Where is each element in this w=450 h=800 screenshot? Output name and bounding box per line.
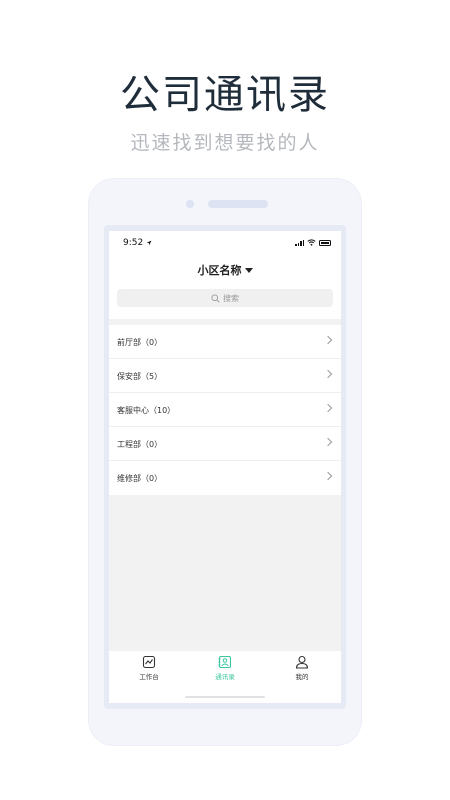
battery-icon xyxy=(319,239,331,246)
department-label: 保安部（5） xyxy=(117,372,163,381)
location-arrow-icon xyxy=(146,240,152,245)
search-section: 搜索 xyxy=(109,283,341,319)
chevron-right-icon xyxy=(323,437,333,447)
status-bar: 9:52 xyxy=(109,231,341,253)
tab-contacts[interactable]: 通讯录 xyxy=(195,655,255,681)
department-label: 工程部（0） xyxy=(117,440,163,449)
app-screen: 9:52 小区名称 搜索 前厅部（0） 保安部（5） 客服中心（10） 工程部（… xyxy=(109,231,341,703)
list-item[interactable]: 客服中心（10） xyxy=(109,393,341,427)
department-label: 前厅部（0） xyxy=(117,338,163,347)
community-title: 小区名称 xyxy=(197,264,242,277)
list-item[interactable]: 保安部（5） xyxy=(109,359,341,393)
chevron-right-icon xyxy=(323,369,333,379)
home-indicator xyxy=(185,696,265,698)
promo-title: 公司通讯录 xyxy=(120,72,330,118)
promo-subtitle: 迅速找到想要找的人 xyxy=(130,132,320,154)
chevron-right-icon xyxy=(323,335,333,345)
phone-camera xyxy=(186,200,194,208)
status-time: 9:52 xyxy=(123,238,152,248)
caret-down-icon xyxy=(244,267,253,273)
screen-bezel: 9:52 小区名称 搜索 前厅部（0） 保安部（5） 客服中心（10） 工程部（… xyxy=(104,225,346,709)
search-placeholder: 搜索 xyxy=(223,293,239,303)
chevron-right-icon xyxy=(323,471,333,481)
community-selector[interactable]: 小区名称 xyxy=(198,262,253,278)
status-icons xyxy=(295,239,331,246)
search-icon xyxy=(211,293,220,303)
person-icon xyxy=(295,655,309,669)
phone-frame: 9:52 小区名称 搜索 前厅部（0） 保安部（5） 客服中心（10） 工程部（… xyxy=(88,178,362,746)
tab-label: 通讯录 xyxy=(215,673,235,681)
contacts-icon xyxy=(218,655,232,669)
chevron-right-icon xyxy=(323,403,333,413)
tab-bar: 工作台 通讯录 我的 xyxy=(109,651,341,703)
department-label: 客服中心（10） xyxy=(117,406,176,415)
tab-workbench[interactable]: 工作台 xyxy=(119,655,179,681)
list-item[interactable]: 维修部（0） xyxy=(109,461,341,495)
chart-icon xyxy=(142,655,156,669)
list-item[interactable]: 前厅部（0） xyxy=(109,325,341,359)
nav-header: 小区名称 xyxy=(109,253,341,283)
search-input[interactable]: 搜索 xyxy=(117,289,333,307)
department-label: 维修部（0） xyxy=(117,474,163,483)
wifi-icon xyxy=(307,239,316,246)
list-item[interactable]: 工程部（0） xyxy=(109,427,341,461)
phone-speaker xyxy=(208,200,268,208)
tab-label: 工作台 xyxy=(139,673,159,681)
department-list: 前厅部（0） 保安部（5） 客服中心（10） 工程部（0） 维修部（0） xyxy=(109,325,341,495)
tab-mine[interactable]: 我的 xyxy=(272,655,332,681)
status-time-text: 9:52 xyxy=(123,238,144,248)
tab-label: 我的 xyxy=(295,673,309,681)
signal-icon xyxy=(295,239,304,246)
